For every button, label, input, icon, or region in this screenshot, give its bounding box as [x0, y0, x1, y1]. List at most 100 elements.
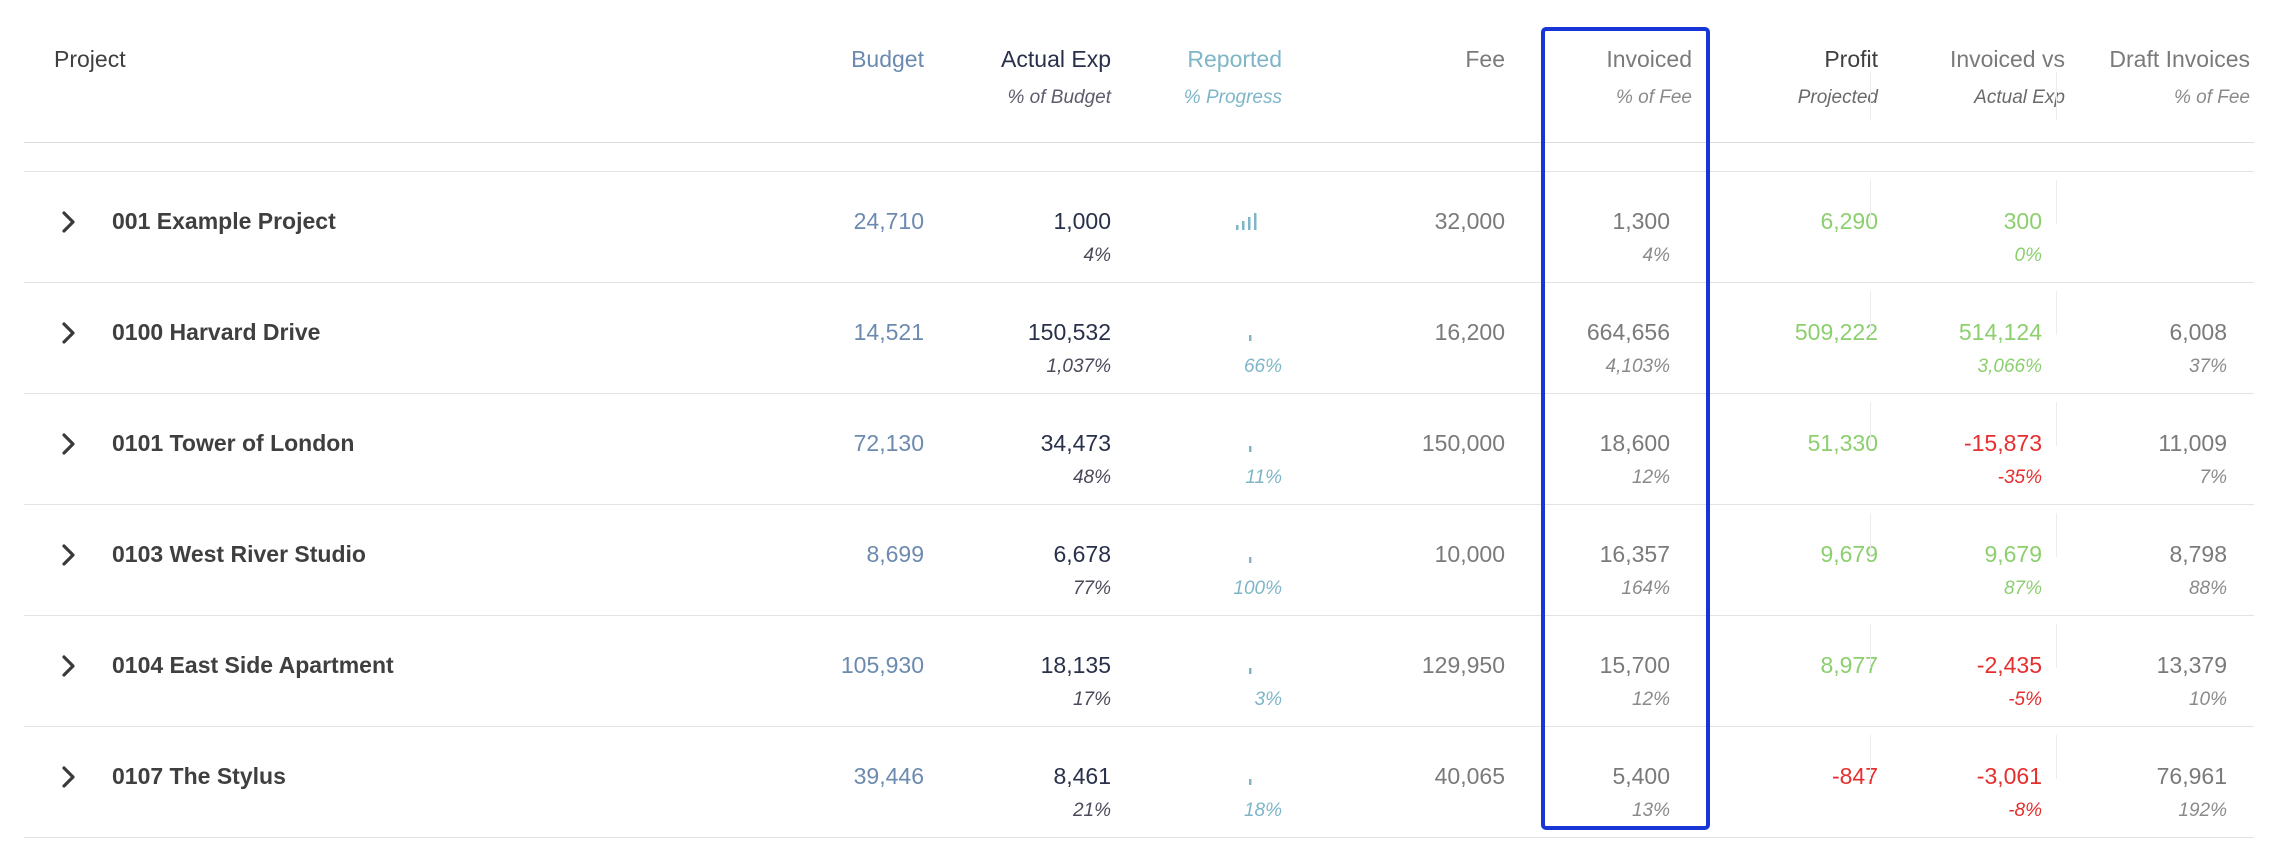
fee-cell: 32,000	[1435, 206, 1505, 236]
column-subtitle: % of Budget	[1007, 87, 1111, 108]
column-divider	[2056, 72, 2057, 120]
table-row[interactable]: 0101 Tower of London72,13034,47348%011%1…	[24, 394, 2254, 505]
column-header-reported[interactable]: Reported % Progress	[1184, 44, 1282, 110]
draft-invoices-value: 6,008	[2169, 319, 2227, 345]
column-header-profit[interactable]: Profit Projected	[1798, 44, 1878, 110]
column-header-actual-exp[interactable]: Actual Exp % of Budget	[1001, 44, 1111, 110]
budget-value: 105,930	[840, 652, 924, 678]
progress-tick-icon	[1249, 557, 1252, 563]
actual-exp-percent: 4%	[1083, 245, 1111, 266]
chevron-right-icon[interactable]	[56, 210, 80, 234]
chevron-right-icon[interactable]	[56, 321, 80, 345]
column-subtitle: Actual Exp	[1974, 87, 2065, 108]
table-row[interactable]: 0104 East Side Apartment 105,930 18,135 17%…	[24, 616, 2254, 727]
column-title: Reported	[1187, 46, 1282, 72]
table-row[interactable]: 0107 The Stylus 39,446 8,461 21% 018% 40,065 5…	[24, 727, 2254, 838]
draft-invoices-percent: 37%	[2188, 356, 2227, 377]
column-title: Fee	[1465, 46, 1505, 72]
fee-value: 16,200	[1434, 319, 1505, 345]
table-header: Project Budget Actual Exp % of Budget Re…	[24, 0, 2254, 143]
invoiced-vs-actual-value: 300	[2003, 208, 2042, 234]
project-name[interactable]: 001 Example Project	[112, 206, 336, 236]
column-header-budget[interactable]: Budget	[851, 44, 924, 74]
column-divider	[1870, 513, 1871, 557]
draft-invoices-value: 76,961	[2156, 763, 2227, 789]
invoiced-vs-actual-value: -2,435	[1976, 652, 2042, 678]
project-name[interactable]: 0101 Tower of London	[112, 428, 354, 458]
column-header-fee[interactable]: Fee	[1465, 44, 1505, 74]
invoiced-cell: 18,600 12%	[1600, 428, 1670, 490]
table-body: 001 Example Project 24,710 1,000 4% 0 32,000 1…	[24, 172, 2254, 838]
project-name[interactable]: 0103 West River Studio	[112, 539, 366, 569]
invoiced-vs-actual-cell: -3,061 -8%	[1977, 761, 2042, 823]
actual-exp-value: 18,135	[1040, 652, 1111, 678]
invoiced-vs-actual-cell: 300 0%	[2004, 206, 2042, 268]
invoiced-vs-actual-percent: -5%	[2008, 689, 2042, 710]
column-header-project[interactable]: Project	[54, 44, 126, 74]
column-divider	[1870, 624, 1871, 668]
table-row[interactable]: 001 Example Project 24,710 1,000 4% 0 32,000 1…	[24, 172, 2254, 283]
reported-percent: 100%	[1233, 578, 1282, 599]
invoiced-percent: 13%	[1631, 800, 1670, 821]
column-divider	[1870, 291, 1871, 335]
actual-exp-cell: 34,473 48%	[1041, 428, 1111, 490]
invoiced-cell: 5,400 13%	[1612, 761, 1670, 823]
table-row[interactable]: 0100 Harvard Drive 14,521 150,532 1,037% 066…	[24, 283, 2254, 394]
actual-exp-cell: 6,678 77%	[1053, 539, 1111, 601]
chevron-right-icon[interactable]	[56, 543, 80, 567]
actual-exp-percent: 17%	[1072, 689, 1111, 710]
budget-cell: 105,930	[841, 650, 924, 680]
column-header-invoiced[interactable]: Invoiced % of Fee	[1606, 44, 1692, 110]
column-divider	[1870, 180, 1871, 224]
reported-percent: 3%	[1254, 689, 1282, 710]
column-header-invoiced-vs-actual[interactable]: Invoiced vs Actual Exp	[1950, 44, 2065, 110]
draft-invoices-value: 13,379	[2156, 652, 2227, 678]
profit-cell: 51,330	[1808, 428, 1878, 458]
profit-value: 51,330	[1807, 430, 1878, 456]
fee-cell: 150,000	[1422, 428, 1505, 458]
invoiced-value: 1,300	[1612, 208, 1670, 234]
project-name[interactable]: 0104 East Side Apartment	[112, 650, 394, 680]
column-title: Invoiced vs	[1949, 46, 2065, 72]
column-header-draft-invoices[interactable]: Draft Invoices % of Fee	[2109, 44, 2250, 110]
actual-exp-value: 8,461	[1053, 763, 1111, 789]
column-divider	[2056, 513, 2057, 557]
actual-exp-percent: 21%	[1072, 800, 1111, 821]
column-title: Draft Invoices	[2109, 46, 2250, 72]
chevron-right-icon[interactable]	[56, 654, 80, 678]
profit-cell: -847	[1832, 761, 1878, 791]
budget-cell: 72,130	[854, 428, 924, 458]
chevron-right-icon[interactable]	[56, 765, 80, 789]
invoiced-value: 15,700	[1599, 652, 1670, 678]
column-subtitle: % of Fee	[2173, 87, 2250, 108]
actual-exp-percent: 48%	[1072, 467, 1111, 488]
draft-invoices-cell: 13,379 10%	[2157, 650, 2227, 712]
chevron-right-icon[interactable]	[56, 432, 80, 456]
progress-tick-icon	[1249, 779, 1252, 785]
fee-cell: 16,200	[1435, 317, 1505, 347]
table-row[interactable]: 0103 West River Studio 8,699 6,678 77% 0100%…	[24, 505, 2254, 616]
progress-tick-icon	[1249, 668, 1252, 674]
invoiced-vs-actual-cell: -2,435 -5%	[1977, 650, 2042, 712]
column-subtitle: % of Fee	[1615, 87, 1692, 108]
fee-value: 129,950	[1421, 652, 1505, 678]
actual-exp-value: 1,000	[1053, 208, 1111, 234]
draft-invoices-cell: 8,798 88%	[2169, 539, 2227, 601]
project-name[interactable]: 0100 Harvard Drive	[112, 317, 320, 347]
draft-invoices-value: 8,798	[2169, 541, 2227, 567]
budget-cell: 39,446	[854, 761, 924, 791]
column-title: Actual Exp	[1001, 46, 1111, 72]
actual-exp-value: 6,678	[1053, 541, 1111, 567]
project-name[interactable]: 0107 The Stylus	[112, 761, 286, 791]
column-divider	[2056, 735, 2057, 779]
reported-percent: 18%	[1243, 800, 1282, 821]
invoiced-vs-actual-value: -15,873	[1963, 430, 2042, 456]
draft-invoices-value: 11,009	[2158, 430, 2227, 456]
budget-cell: 14,521	[854, 317, 924, 347]
invoiced-percent: 4,103%	[1605, 356, 1670, 377]
actual-exp-cell: 18,135 17%	[1041, 650, 1111, 712]
invoiced-vs-actual-percent: -8%	[2008, 800, 2042, 821]
invoiced-vs-actual-percent: -35%	[1997, 467, 2042, 488]
invoiced-value: 18,600	[1599, 430, 1670, 456]
actual-exp-cell: 8,461 21%	[1053, 761, 1111, 823]
